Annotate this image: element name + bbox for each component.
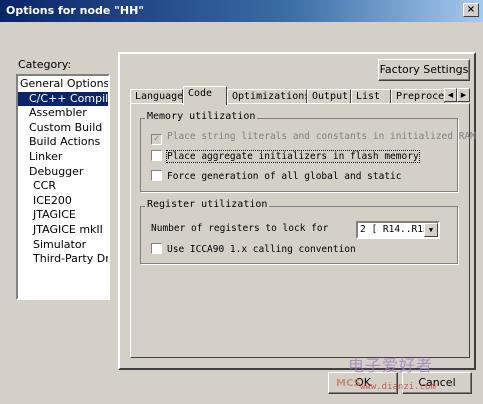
category-item[interactable]: Third-Party Driver [18, 252, 108, 267]
category-item[interactable]: Linker [18, 150, 108, 165]
category-item[interactable]: Simulator [18, 238, 108, 253]
icca-checkbox[interactable] [151, 243, 162, 254]
factory-settings-button[interactable]: Factory Settings [378, 59, 470, 81]
category-item[interactable]: CCR [18, 179, 108, 194]
tab-scroll-left-icon[interactable]: ◀ [444, 88, 457, 102]
tab-language[interactable]: Language [130, 89, 183, 104]
memory-utilization-group: Memory utilization ✓ Place string literal… [140, 111, 476, 192]
tab-optimizations[interactable]: Optimizations [227, 89, 307, 104]
category-item[interactable]: Build Actions [18, 135, 108, 150]
register-utilization-title: Register utilization [145, 199, 270, 210]
tab-output[interactable]: Output [307, 89, 351, 104]
tab-preprocessor[interactable]: Preprocessor [391, 89, 445, 104]
place-aggregate-label[interactable]: Place aggregate initializers in flash me… [166, 150, 420, 163]
icca-option[interactable]: Use ICCA90 1.x calling convention [151, 243, 356, 257]
tab-scroll-buttons: ◀ ▶ [444, 88, 470, 102]
place-string-literals-label: Place string literals and constants in i… [167, 131, 476, 142]
force-generation-checkbox[interactable] [151, 170, 162, 181]
cancel-button[interactable]: Cancel [402, 372, 472, 394]
lock-registers-select[interactable]: 2 [ R14..R15 ] ▼ [356, 221, 440, 239]
register-utilization-group: Register utilization Number of registers… [140, 199, 458, 264]
window-title: Options for node "HH" [6, 4, 145, 17]
tab-list[interactable]: List [351, 89, 391, 104]
place-aggregate-option[interactable]: Place aggregate initializers in flash me… [151, 150, 420, 164]
category-item[interactable]: Custom Build [18, 121, 108, 136]
chevron-down-icon[interactable]: ▼ [424, 223, 438, 237]
category-item[interactable]: C/C++ Compiler [18, 91, 108, 107]
icca-label[interactable]: Use ICCA90 1.x calling convention [167, 244, 356, 255]
force-generation-label[interactable]: Force generation of all global and stati… [167, 171, 402, 182]
category-item[interactable]: JTAGICE mkII [18, 223, 108, 238]
place-string-literals-option: ✓ Place string literals and constants in … [151, 130, 476, 145]
category-item[interactable]: ICE200 [18, 194, 108, 209]
force-generation-option[interactable]: Force generation of all global and stati… [151, 170, 402, 184]
options-panel: Factory Settings Language Code Optimizat… [118, 52, 476, 370]
memory-utilization-title: Memory utilization [145, 111, 258, 122]
lock-registers-label: Number of registers to lock for [151, 223, 329, 234]
code-tab-page: Memory utilization ✓ Place string literal… [130, 103, 476, 358]
category-item[interactable]: Debugger [18, 165, 108, 180]
category-item[interactable]: Assembler [18, 106, 108, 121]
title-bar: Options for node "HH" × [0, 0, 483, 22]
category-item[interactable]: JTAGICE [18, 208, 108, 223]
place-aggregate-checkbox[interactable] [151, 150, 162, 161]
category-item[interactable]: General Options [18, 77, 108, 92]
tab-strip: Language Code Optimizations Output List … [130, 86, 470, 105]
tab-code[interactable]: Code [183, 86, 227, 105]
category-list[interactable]: General OptionsC/C++ CompilerAssemblerCu… [16, 74, 110, 300]
ok-button[interactable]: OK [328, 372, 398, 394]
category-label: Category: [18, 58, 72, 71]
place-string-literals-checkbox: ✓ [151, 134, 162, 145]
close-button[interactable]: × [463, 3, 479, 17]
tab-scroll-right-icon[interactable]: ▶ [457, 88, 470, 102]
